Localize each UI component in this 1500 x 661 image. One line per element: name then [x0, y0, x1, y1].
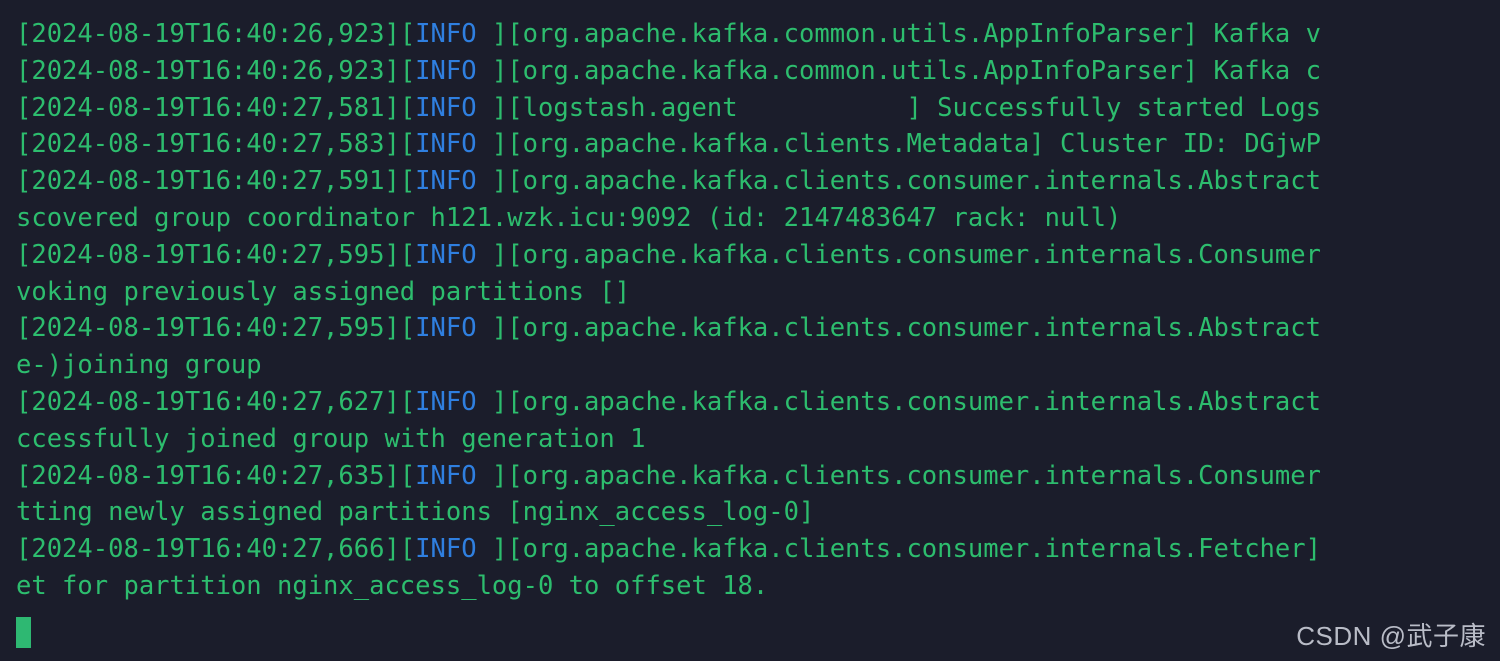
log-level-open-bracket: [ [399, 534, 416, 565]
terminal-log-line: [2024-08-19T16:40:26,923][INFO ][org.apa… [16, 16, 1500, 53]
terminal-log-line: [2024-08-19T16:40:27,583][INFO ][org.apa… [16, 126, 1500, 163]
terminal-log-line: [2024-08-19T16:40:27,627][INFO ][org.apa… [16, 384, 1500, 421]
log-timestamp: [2024-08-19T16:40:27,583] [16, 129, 400, 160]
log-timestamp: [2024-08-19T16:40:27,581] [16, 92, 400, 123]
log-level-open-bracket: [ [399, 386, 416, 417]
terminal-log-line: [2024-08-19T16:40:27,591][INFO ][org.apa… [16, 163, 1500, 200]
log-message: [org.apache.kafka.clients.consumer.inter… [507, 166, 1321, 197]
log-level-open-bracket: [ [399, 129, 416, 160]
terminal-log-line: [2024-08-19T16:40:27,666][INFO ][org.apa… [16, 531, 1500, 568]
log-level-close-bracket: ] [491, 460, 508, 491]
terminal-log-line: [2024-08-19T16:40:27,595][INFO ][org.apa… [16, 310, 1500, 347]
log-message: voking previously assigned partitions [] [16, 276, 631, 307]
log-level-badge: INFO [415, 460, 492, 491]
log-level-badge: INFO [415, 239, 492, 270]
log-level-open-bracket: [ [399, 460, 416, 491]
log-message: e-)joining group [16, 350, 262, 381]
log-message: ccessfully joined group with generation … [16, 423, 646, 454]
log-message: scovered group coordinator h121.wzk.icu:… [16, 202, 1122, 233]
log-level-badge: INFO [415, 166, 492, 197]
terminal-log-output: [2024-08-19T16:40:26,923][INFO ][org.apa… [16, 16, 1500, 605]
log-level-badge: INFO [415, 55, 492, 86]
log-level-close-bracket: ] [491, 92, 508, 123]
log-timestamp: [2024-08-19T16:40:27,595] [16, 313, 400, 344]
log-level-badge: INFO [415, 534, 492, 565]
terminal-log-line: ccessfully joined group with generation … [16, 421, 1500, 458]
log-message: tting newly assigned partitions [nginx_a… [16, 497, 815, 528]
terminal-log-line: [2024-08-19T16:40:26,923][INFO ][org.apa… [16, 53, 1500, 90]
terminal-log-line: [2024-08-19T16:40:27,581][INFO ][logstas… [16, 90, 1500, 127]
terminal-log-line: et for partition nginx_access_log-0 to o… [16, 568, 1500, 605]
log-level-close-bracket: ] [491, 129, 508, 160]
log-message: [org.apache.kafka.common.utils.AppInfoPa… [507, 19, 1321, 49]
log-message: [org.apache.kafka.clients.consumer.inter… [507, 386, 1321, 417]
log-level-close-bracket: ] [491, 313, 508, 344]
log-level-close-bracket: ] [491, 239, 508, 270]
log-timestamp: [2024-08-19T16:40:26,923] [16, 55, 400, 86]
log-timestamp: [2024-08-19T16:40:27,627] [16, 386, 400, 417]
log-level-open-bracket: [ [399, 19, 416, 49]
log-level-close-bracket: ] [491, 534, 508, 565]
log-level-open-bracket: [ [399, 55, 416, 86]
log-level-badge: INFO [415, 313, 492, 344]
log-level-badge: INFO [415, 129, 492, 160]
log-level-close-bracket: ] [491, 166, 508, 197]
log-level-badge: INFO [415, 386, 492, 417]
log-message: [org.apache.kafka.clients.consumer.inter… [507, 239, 1321, 270]
terminal-log-line: scovered group coordinator h121.wzk.icu:… [16, 200, 1500, 237]
log-level-badge: INFO [415, 19, 492, 49]
terminal-log-line: e-)joining group [16, 347, 1500, 384]
log-message: et for partition nginx_access_log-0 to o… [16, 570, 769, 601]
log-level-close-bracket: ] [491, 19, 508, 49]
log-message: [org.apache.kafka.clients.consumer.inter… [507, 313, 1321, 344]
log-timestamp: [2024-08-19T16:40:27,591] [16, 166, 400, 197]
log-message: [org.apache.kafka.clients.consumer.inter… [507, 460, 1321, 491]
log-timestamp: [2024-08-19T16:40:27,666] [16, 534, 400, 565]
log-timestamp: [2024-08-19T16:40:26,923] [16, 19, 400, 49]
log-message: [logstash.agent ] Successfully started L… [507, 92, 1321, 123]
log-message: [org.apache.kafka.clients.Metadata] Clus… [507, 129, 1321, 160]
log-level-open-bracket: [ [399, 239, 416, 270]
terminal-log-line: voking previously assigned partitions [] [16, 274, 1500, 311]
log-level-close-bracket: ] [491, 386, 508, 417]
log-level-open-bracket: [ [399, 92, 416, 123]
log-message: [org.apache.kafka.common.utils.AppInfoPa… [507, 55, 1321, 86]
terminal-log-line: [2024-08-19T16:40:27,595][INFO ][org.apa… [16, 237, 1500, 274]
terminal-log-line: tting newly assigned partitions [nginx_a… [16, 494, 1500, 531]
terminal-log-line: [2024-08-19T16:40:27,635][INFO ][org.apa… [16, 458, 1500, 495]
log-level-close-bracket: ] [491, 55, 508, 86]
log-timestamp: [2024-08-19T16:40:27,635] [16, 460, 400, 491]
log-level-open-bracket: [ [399, 313, 416, 344]
log-message: [org.apache.kafka.clients.consumer.inter… [507, 534, 1321, 565]
log-level-open-bracket: [ [399, 166, 416, 197]
terminal-cursor [16, 617, 31, 648]
log-level-badge: INFO [415, 92, 492, 123]
log-timestamp: [2024-08-19T16:40:27,595] [16, 239, 400, 270]
terminal-window[interactable]: [2024-08-19T16:40:26,923][INFO ][org.apa… [0, 0, 1500, 661]
csdn-watermark: CSDN @武子康 [1296, 621, 1486, 651]
